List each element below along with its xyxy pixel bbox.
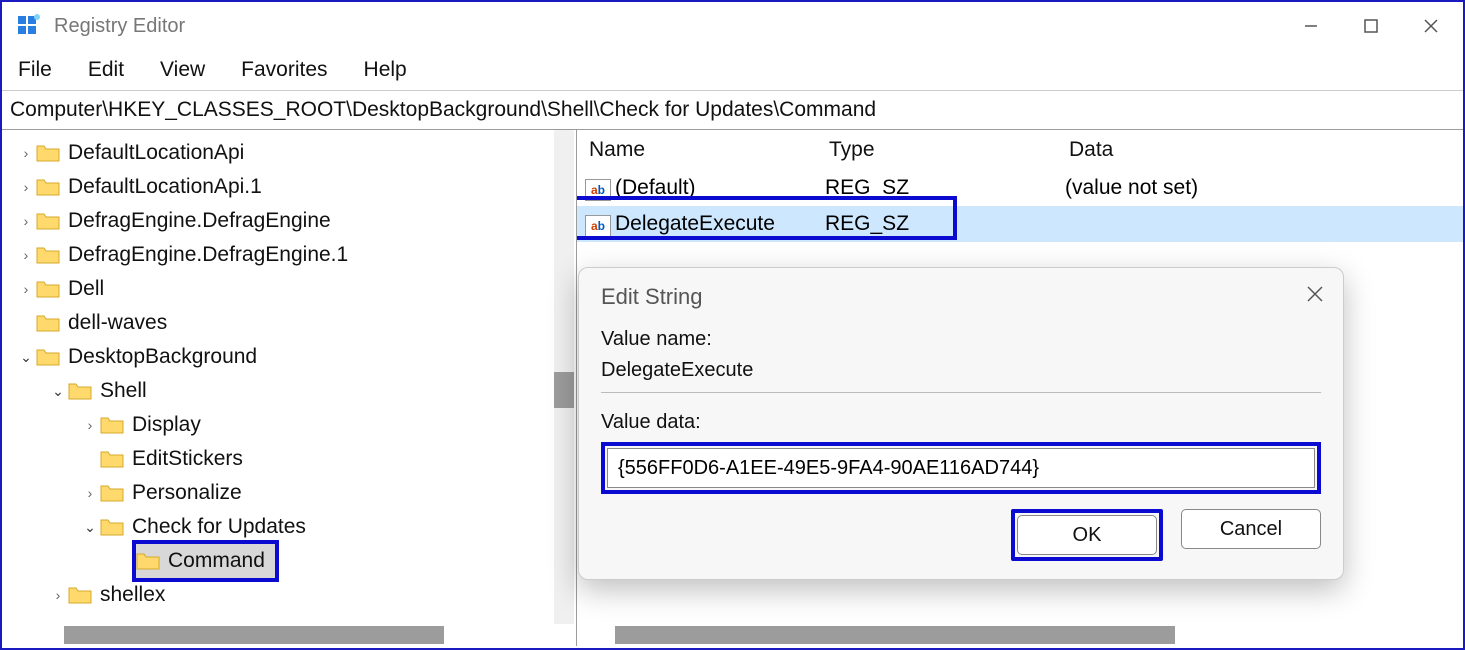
app-icon [16,14,40,38]
folder-icon [68,381,92,401]
tree-item[interactable]: › Dell [2,272,576,306]
tree-item[interactable]: › Display [2,408,576,442]
folder-icon [36,347,60,367]
value-data-label: Value data: [601,411,1321,434]
tree-item-label: DefaultLocationApi.1 [68,175,262,199]
col-type-header[interactable]: Type [829,138,1069,162]
folder-icon [100,483,124,503]
system-buttons [1281,4,1461,48]
folder-icon [36,279,60,299]
minimize-button[interactable] [1281,4,1341,48]
chevron-right-icon[interactable]: › [80,485,100,501]
chevron-right-icon[interactable]: › [16,281,36,297]
tree-item-label: DefaultLocationApi [68,141,244,165]
dialog-buttons: OK Cancel [1011,509,1321,561]
horizontal-scrollbar-right[interactable] [579,626,1461,644]
chevron-right-icon[interactable]: › [16,179,36,195]
tree-item-label: Shell [100,379,147,403]
tree-item[interactable]: › DefaultLocationApi.1 [2,170,576,204]
tree-item-label: EditStickers [132,447,243,471]
folder-icon [100,449,124,469]
folder-icon [36,211,60,231]
menu-favorites[interactable]: Favorites [241,58,327,82]
close-icon[interactable] [1305,284,1325,304]
tree-item[interactable]: dell-waves [2,306,576,340]
value-data-highlight [601,442,1321,494]
address-text: Computer\HKEY_CLASSES_ROOT\DesktopBackgr… [10,98,876,122]
chevron-down-icon[interactable]: ⌄ [16,349,36,366]
tree-item[interactable]: ⌄ Check for Updates [2,510,576,544]
tree-item-label: DefragEngine.DefragEngine [68,209,331,233]
value-data-input[interactable] [607,448,1315,488]
scroll-thumb[interactable] [615,626,1175,644]
col-data-header[interactable]: Data [1069,138,1463,162]
chevron-right-icon[interactable]: › [16,145,36,161]
folder-icon [100,415,124,435]
tree-item-label: Display [132,413,201,437]
registry-tree[interactable]: › DefaultLocationApi › DefaultLocationApi.1… [2,130,576,612]
tree-pane: › DefaultLocationApi › DefaultLocationApi.1… [2,130,577,646]
folder-icon [36,313,60,333]
tree-item[interactable]: › DefragEngine.DefragEngine.1 [2,238,576,272]
window-title: Registry Editor [54,15,185,38]
chevron-down-icon[interactable]: ⌄ [48,383,68,400]
menu-edit[interactable]: Edit [88,58,124,82]
value-name-field: DelegateExecute [601,359,1321,393]
scroll-thumb[interactable] [64,626,444,644]
dialog-title: Edit String [601,284,1321,310]
menu-view[interactable]: View [160,58,205,82]
cancel-button[interactable]: Cancel [1181,509,1321,549]
horizontal-scrollbar-left[interactable] [4,626,574,644]
tree-item[interactable]: › DefaultLocationApi [2,136,576,170]
tree-item[interactable]: › DefragEngine.DefragEngine [2,204,576,238]
grid-header: Name Type Data [577,130,1463,170]
ok-button[interactable]: OK [1017,515,1157,555]
ok-button-highlight: OK [1011,509,1163,561]
tree-item-label: DefragEngine.DefragEngine.1 [68,243,348,267]
tree-item-label: dell-waves [68,311,167,335]
address-bar[interactable]: Computer\HKEY_CLASSES_ROOT\DesktopBackgr… [2,90,1463,130]
tree-item[interactable]: › Personalize [2,476,576,510]
chevron-right-icon[interactable]: › [48,587,68,603]
tree-item-label: Personalize [132,481,242,505]
tree-item-label: shellex [100,583,165,607]
tree-item[interactable]: Command [2,544,576,578]
tree-item-label: Dell [68,277,104,301]
close-button[interactable] [1401,4,1461,48]
tree-item-label: Check for Updates [132,515,306,539]
tree-item[interactable]: › shellex [2,578,576,612]
folder-icon [36,143,60,163]
tree-item-label: Command [168,549,265,573]
folder-icon [68,585,92,605]
folder-icon [136,551,160,571]
vertical-scrollbar[interactable] [554,130,574,624]
chevron-right-icon[interactable]: › [80,417,100,433]
tree-item-selected[interactable]: Command [132,540,279,582]
menu-file[interactable]: File [18,58,52,82]
folder-icon [36,245,60,265]
menu-bar: File Edit View Favorites Help [2,50,1463,90]
tree-item[interactable]: ⌄ Shell [2,374,576,408]
chevron-right-icon[interactable]: › [16,213,36,229]
chevron-right-icon[interactable]: › [16,247,36,263]
chevron-down-icon[interactable]: ⌄ [80,519,100,536]
row-highlight-annotation [577,196,957,240]
value-data: (value not set) [1065,176,1463,200]
folder-icon [100,517,124,537]
tree-item-label: DesktopBackground [68,345,257,369]
title-bar: Registry Editor [2,2,1463,50]
menu-help[interactable]: Help [364,58,407,82]
maximize-button[interactable] [1341,4,1401,48]
value-name-label: Value name: [601,328,1321,351]
col-name-header[interactable]: Name [589,138,829,162]
tree-item[interactable]: ⌄ DesktopBackground [2,340,576,374]
edit-string-dialog: Edit String Value name: DelegateExecute … [578,267,1344,580]
folder-icon [36,177,60,197]
tree-item[interactable]: EditStickers [2,442,576,476]
scroll-thumb[interactable] [554,372,574,408]
